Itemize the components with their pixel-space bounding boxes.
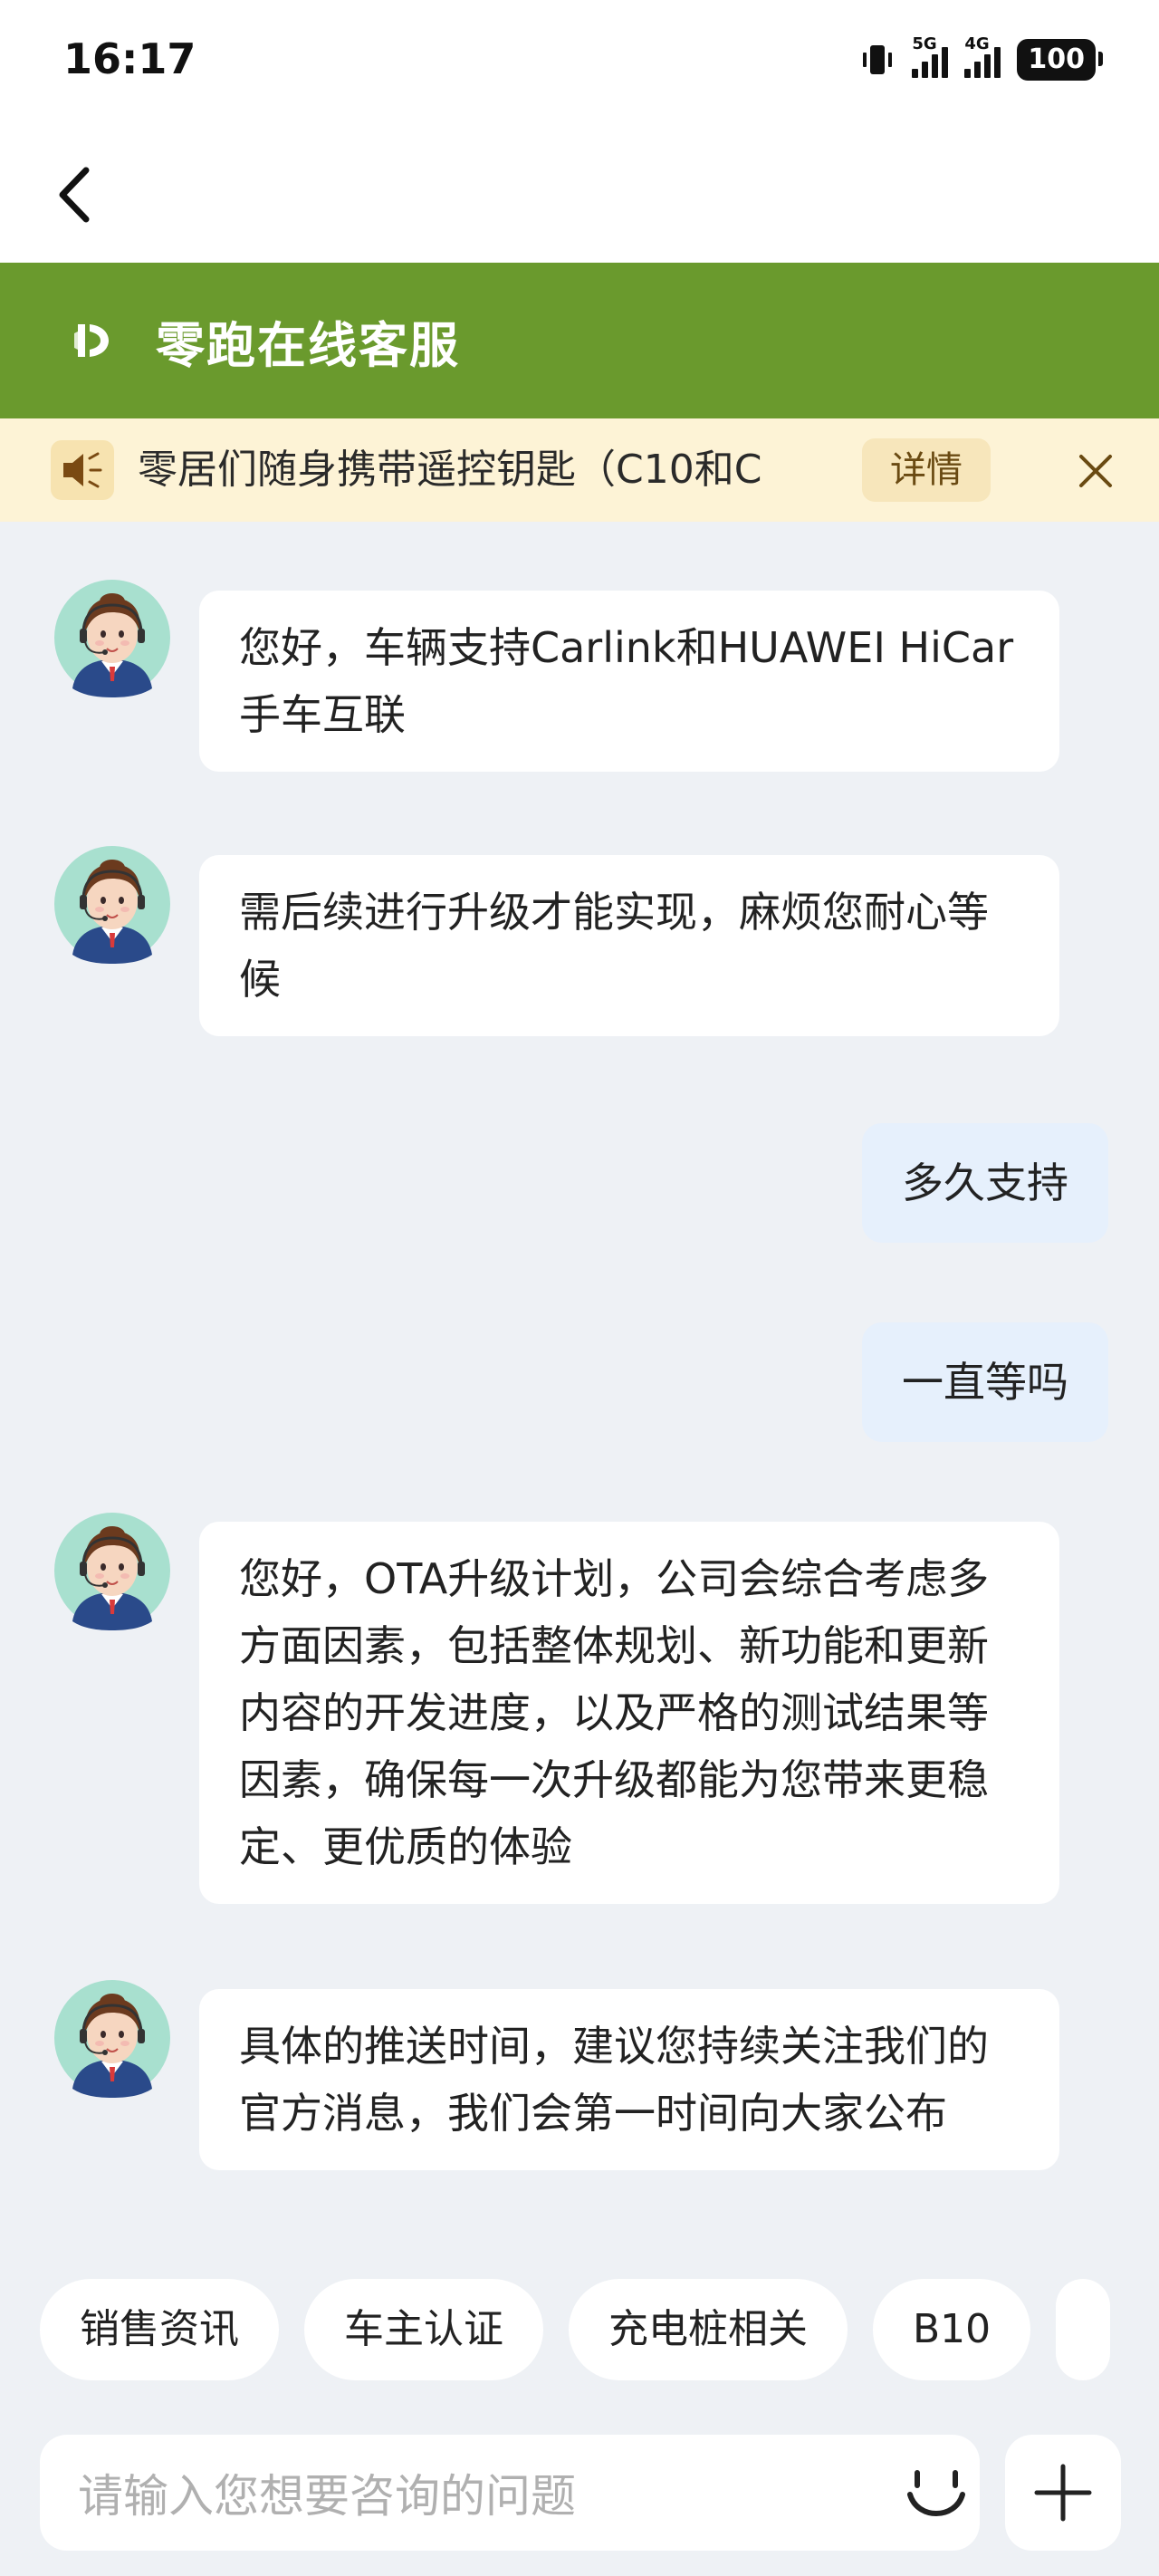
user-message-bubble: 一直等吗 — [862, 1322, 1108, 1442]
brand-logo-icon — [74, 324, 109, 357]
smile-icon[interactable] — [905, 2467, 968, 2522]
status-bar: 16:17 5G 4G 100 — [0, 0, 1159, 127]
plus-icon — [1034, 2464, 1092, 2522]
agent-message-bubble: 您好，OTA升级计划，公司会综合考虑多方面因素，包括整体规划、新功能和更新内容的… — [199, 1522, 1059, 1904]
agent-avatar — [53, 1511, 172, 1630]
back-button[interactable] — [38, 159, 110, 231]
close-icon — [1079, 455, 1112, 487]
back-arrow-icon — [59, 167, 90, 223]
network-label-5g: 5G — [912, 34, 937, 53]
status-icons: 5G 4G 100 — [859, 34, 1103, 83]
quick-reply-chip[interactable]: 车主认证 — [304, 2279, 543, 2380]
speaker-icon — [51, 440, 114, 500]
page-title: 零跑在线客服 — [156, 316, 460, 374]
notice-close-button[interactable] — [1068, 444, 1123, 498]
notice-bar: 零居们随身携带遥控钥匙（C10和C 详情 — [0, 418, 1159, 522]
agent-avatar — [53, 844, 172, 964]
nav-bar — [0, 127, 1159, 263]
notice-detail-button[interactable]: 详情 — [862, 438, 991, 502]
quick-reply-bar: 销售资讯 车主认证 充电桩相关 B10 — [40, 2279, 1159, 2380]
quick-reply-chip[interactable]: B10 — [873, 2279, 1031, 2380]
agent-message-bubble: 具体的推送时间，建议您持续关注我们的官方消息，我们会第一时间向大家公布 — [199, 1989, 1059, 2170]
quick-reply-chip[interactable]: 充电桩相关 — [569, 2279, 848, 2380]
network-label-4g: 4G — [964, 34, 990, 53]
battery-indicator: 100 — [1017, 39, 1103, 81]
input-placeholder: 请输入您想要咨询的问题 — [78, 2470, 576, 2523]
vibrate-icon — [863, 45, 893, 74]
notice-text: 零居们随身携带遥控钥匙（C10和C — [138, 447, 762, 493]
agent-message-bubble: 您好，车辆支持Carlink和HUAWEI HiCar手车互联 — [199, 591, 1059, 772]
agent-message-bubble: 需后续进行升级才能实现，麻烦您耐心等候 — [199, 855, 1059, 1036]
quick-reply-chip[interactable]: 销售资讯 — [40, 2279, 279, 2380]
signal-4g-icon: 4G — [964, 34, 1001, 78]
quick-reply-chip-more[interactable] — [1056, 2279, 1111, 2380]
user-message-bubble: 多久支持 — [862, 1123, 1108, 1243]
signal-5g-icon: 5G — [912, 34, 949, 78]
status-time: 16:17 — [63, 34, 196, 83]
agent-avatar — [53, 578, 172, 697]
plus-button[interactable] — [1005, 2435, 1121, 2551]
message-input[interactable]: 请输入您想要咨询的问题 — [40, 2435, 980, 2551]
service-header: 零跑在线客服 — [0, 263, 1159, 418]
agent-avatar — [53, 1978, 172, 2098]
